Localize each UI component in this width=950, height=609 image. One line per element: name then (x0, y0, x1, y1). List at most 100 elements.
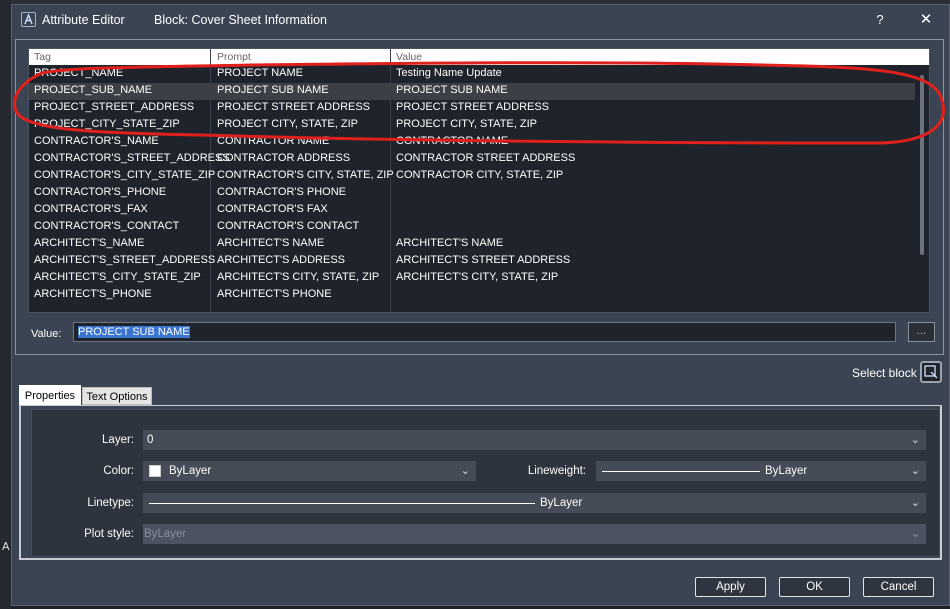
plot-style-select: ByLayer ⌄ (143, 524, 926, 544)
chevron-down-icon: ⌄ (910, 528, 920, 540)
attributes-panel: Tag Prompt Value PROJECT_NAME PROJECT NAM… (15, 39, 944, 355)
cell-tag: CONTRACTOR'S_CONTACT (34, 220, 180, 232)
vertical-scrollbar[interactable] (915, 65, 929, 312)
table-row[interactable]: ARCHITECT'S_NAME ARCHITECT'S NAME ARCHITEC… (29, 236, 915, 253)
cell-value: PROJECT STREET ADDRESS (396, 101, 550, 113)
tab-text-options[interactable]: Text Options (82, 387, 152, 405)
plot-style-label: Plot style: (84, 528, 134, 540)
cell-tag: PROJECT_NAME (34, 67, 124, 79)
cell-value: PROJECT CITY, STATE, ZIP (396, 118, 537, 130)
table-row[interactable]: CONTRACTOR'S_PHONE CONTRACTOR'S PHONE (29, 185, 915, 202)
table-row[interactable]: CONTRACTOR'S_STREET_ADDRESS CONTRACTOR AD… (29, 151, 915, 168)
cell-tag: CONTRACTOR'S_FAX (34, 203, 148, 215)
table-row[interactable]: CONTRACTOR'S_CITY_STATE_ZIP CONTRACTOR'S … (29, 168, 915, 185)
lineweight-label: Lineweight: (527, 465, 586, 477)
background-left-edge: A (0, 0, 11, 609)
cell-value: Testing Name Update (396, 67, 502, 79)
cell-value: CONTRACTOR CITY, STATE, ZIP (396, 169, 564, 181)
background-glyph: A (2, 540, 10, 553)
cell-value: CONTRACTOR STREET ADDRESS (396, 152, 576, 164)
color-swatch (149, 465, 161, 477)
cell-prompt: CONTRACTOR ADDRESS (217, 152, 351, 164)
tab-properties[interactable]: Properties (19, 385, 81, 405)
cell-tag: CONTRACTOR'S_CITY_STATE_ZIP (34, 169, 216, 181)
cell-prompt: ARCHITECT'S CITY, STATE, ZIP (217, 271, 380, 283)
properties-content: Layer: 0 ⌄ Color: ByLayer ⌄ Lineweight: … (31, 409, 940, 557)
cell-prompt: ARCHITECT'S PHONE (217, 288, 332, 300)
color-select[interactable]: ByLayer ⌄ (143, 461, 476, 481)
close-button[interactable]: ✕ (914, 8, 938, 32)
cell-tag: ARCHITECT'S_NAME (34, 237, 145, 249)
grid-header: Tag Prompt Value (29, 49, 929, 65)
linetype-select[interactable]: ByLayer ⌄ (143, 493, 926, 513)
value-input-text: PROJECT SUB NAME (78, 326, 190, 338)
table-row[interactable]: PROJECT_STREET_ADDRESS PROJECT STREET ADD… (29, 100, 915, 117)
help-button[interactable]: ? (868, 8, 892, 32)
cell-prompt: CONTRACTOR'S PHONE (217, 186, 347, 198)
cell-value: CONTRACTOR NAME (396, 135, 509, 147)
block-label: Block: Cover Sheet Information (154, 13, 327, 27)
cell-tag: PROJECT_SUB_NAME (34, 84, 152, 96)
column-header-tag[interactable]: Tag (34, 51, 51, 63)
cell-tag: CONTRACTOR'S_STREET_ADDRESS (34, 152, 230, 164)
cell-tag: ARCHITECT'S_STREET_ADDRESS (34, 254, 216, 266)
table-row[interactable]: ARCHITECT'S_STREET_ADDRESS ARCHITECT'S AD… (29, 253, 915, 270)
properties-panel: Layer: 0 ⌄ Color: ByLayer ⌄ Lineweight: … (19, 405, 942, 560)
lineweight-preview (602, 471, 760, 472)
cancel-button[interactable]: Cancel (863, 577, 934, 597)
layer-select[interactable]: 0 ⌄ (143, 430, 926, 450)
layer-value: 0 (147, 434, 154, 446)
value-input[interactable]: PROJECT SUB NAME (73, 322, 896, 342)
cell-prompt: PROJECT CITY, STATE, ZIP (217, 118, 358, 130)
color-label: Color: (103, 465, 134, 477)
chevron-down-icon: ⌄ (460, 465, 470, 477)
cell-value: ARCHITECT'S CITY, STATE, ZIP (396, 271, 559, 283)
cell-prompt: PROJECT SUB NAME (217, 84, 329, 96)
linetype-preview (149, 503, 535, 504)
column-header-value[interactable]: Value (396, 51, 422, 63)
table-row[interactable]: ARCHITECT'S_CITY_STATE_ZIP ARCHITECT'S CI… (29, 270, 915, 287)
table-row[interactable]: CONTRACTOR'S_FAX CONTRACTOR'S FAX (29, 202, 915, 219)
table-row[interactable]: ARCHITECT'S_PHONE ARCHITECT'S PHONE (29, 287, 915, 304)
column-header-prompt[interactable]: Prompt (217, 51, 251, 63)
attribute-grid[interactable]: Tag Prompt Value PROJECT_NAME PROJECT NAM… (28, 48, 930, 313)
cell-tag: PROJECT_STREET_ADDRESS (34, 101, 195, 113)
chevron-down-icon: ⌄ (910, 434, 920, 446)
scrollbar-thumb[interactable] (920, 75, 924, 255)
cell-prompt: CONTRACTOR NAME (217, 135, 330, 147)
color-value: ByLayer (169, 465, 212, 477)
app-icon (21, 12, 36, 27)
table-row[interactable]: PROJECT_CITY_STATE_ZIP PROJECT CITY, STAT… (29, 117, 915, 134)
cell-prompt: CONTRACTOR'S CITY, STATE, ZIP (217, 169, 394, 181)
select-block-button[interactable] (920, 361, 942, 383)
value-label: Value: (31, 328, 62, 340)
cell-value: ARCHITECT'S NAME (396, 237, 504, 249)
ok-button[interactable]: OK (779, 577, 850, 597)
plot-style-value: ByLayer (144, 528, 187, 540)
cell-value: ARCHITECT'S STREET ADDRESS (396, 254, 571, 266)
apply-button[interactable]: Apply (695, 577, 766, 597)
lineweight-select[interactable]: ByLayer ⌄ (596, 461, 926, 481)
select-block-icon (924, 365, 938, 379)
chevron-down-icon: ⌄ (910, 465, 920, 477)
cell-tag: PROJECT_CITY_STATE_ZIP (34, 118, 180, 130)
chevron-down-icon: ⌄ (910, 497, 920, 509)
table-row[interactable]: PROJECT_NAME PROJECT NAME Testing Name Upd… (29, 66, 915, 83)
cell-prompt: ARCHITECT'S NAME (217, 237, 325, 249)
title-bar[interactable]: Attribute Editor Block: Cover Sheet Info… (12, 5, 949, 35)
table-row[interactable]: PROJECT_SUB_NAME PROJECT SUB NAME PROJECT … (29, 83, 915, 100)
table-row[interactable]: CONTRACTOR'S_CONTACT CONTRACTOR'S CONTACT (29, 219, 915, 236)
cell-prompt: PROJECT NAME (217, 67, 303, 79)
cell-value: PROJECT SUB NAME (396, 84, 508, 96)
table-row[interactable]: CONTRACTOR'S_NAME CONTRACTOR NAME CONTRACT… (29, 134, 915, 151)
cell-tag: ARCHITECT'S_CITY_STATE_ZIP (34, 271, 201, 283)
cell-tag: CONTRACTOR'S_NAME (34, 135, 159, 147)
cell-tag: CONTRACTOR'S_PHONE (34, 186, 167, 198)
window-title: Attribute Editor (42, 13, 125, 27)
browse-button[interactable]: ... (908, 322, 935, 342)
cell-prompt: CONTRACTOR'S FAX (217, 203, 328, 215)
attribute-editor-dialog: Attribute Editor Block: Cover Sheet Info… (11, 4, 950, 606)
select-block-label: Select block (852, 366, 917, 380)
linetype-value: ByLayer (540, 497, 583, 509)
cell-prompt: ARCHITECT'S ADDRESS (217, 254, 346, 266)
